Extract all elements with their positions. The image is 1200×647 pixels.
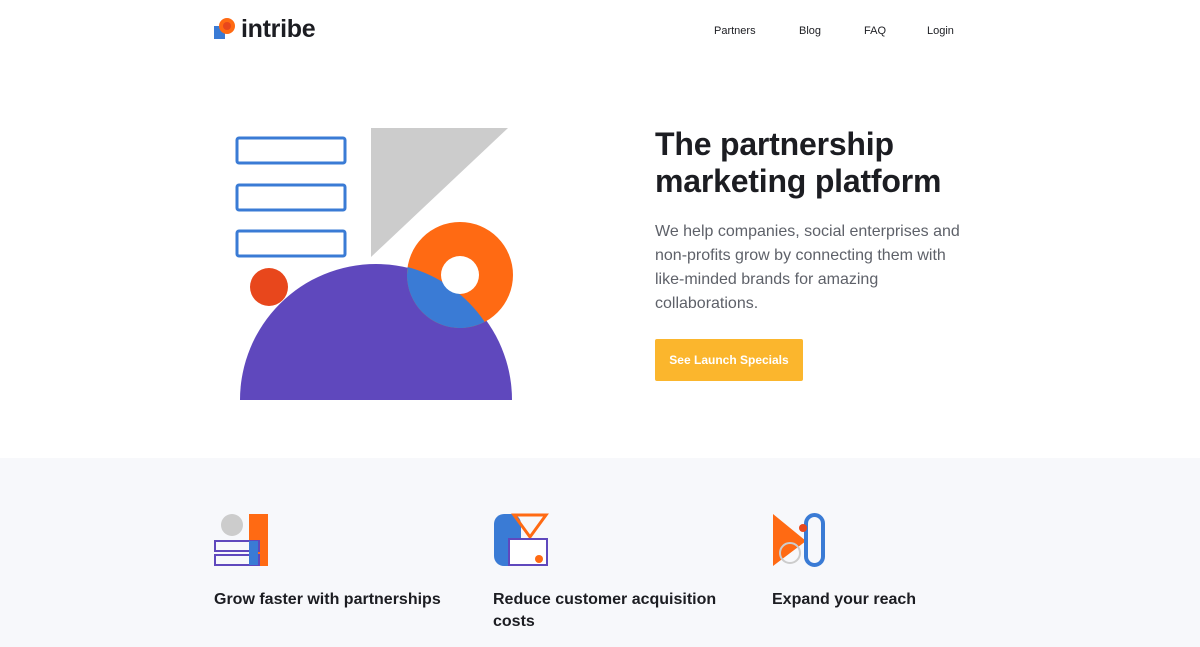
feature-reduce-title: Reduce customer acquisition costs [493,591,717,630]
red-dot [250,268,288,306]
nav-link-faq[interactable]: FAQ [864,24,886,38]
features-section: Grow faster with partnerships Reduce cus… [0,458,1200,647]
feature-expand-title: Expand your reach [772,591,917,608]
reduce-costs-icon [494,513,549,566]
grow-partnerships-icon [214,514,268,566]
outline-bar-3 [235,229,347,258]
hero-title: The partnership marketing platform [655,126,942,199]
feature-grow-title: Grow faster with partnerships [214,591,441,608]
site-header: intribe Partners Blog FAQ Login [0,0,1200,62]
main-nav: Partners Blog FAQ Login [0,24,1200,40]
ring-hole [441,256,479,294]
feature-grow: Grow faster with partnerships [214,513,454,611]
hero-illustration [235,128,513,400]
nav-link-blog[interactable]: Blog [799,24,821,38]
feature-expand: Expand your reach [772,513,1012,611]
expand-reach-icon [773,513,825,567]
see-launch-specials-button[interactable]: See Launch Specials [655,339,803,381]
nav-link-partners[interactable]: Partners [714,24,756,38]
outline-bar-2 [235,183,347,212]
hero-description: We help companies, social enterprises an… [655,223,960,312]
nav-link-login[interactable]: Login [927,24,954,38]
outline-bar-1 [235,136,347,165]
feature-reduce: Reduce customer acquisition costs [493,513,733,633]
